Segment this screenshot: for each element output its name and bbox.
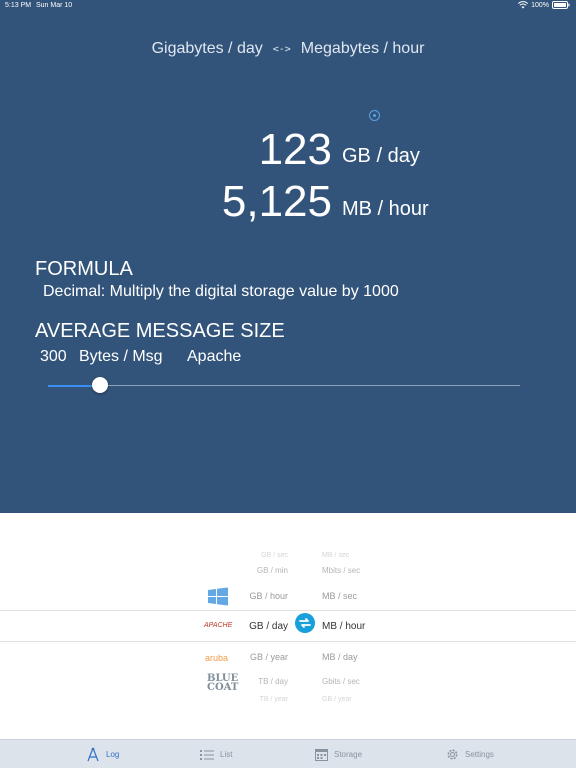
- picker-from-unit: GB / hour: [249, 591, 288, 601]
- battery-icon: [552, 1, 570, 9]
- aruba-logo: aruba: [205, 653, 229, 663]
- tab-list[interactable]: List: [200, 740, 232, 769]
- battery-percent: 100%: [531, 1, 549, 9]
- tab-storage[interactable]: Storage: [315, 740, 362, 769]
- picker-from-unit: TB / year: [259, 696, 288, 703]
- picker-row[interactable]: GB / min Mbits / sec: [0, 566, 576, 586]
- info-icon[interactable]: [369, 110, 380, 121]
- picker-selection-top: [0, 610, 576, 611]
- formula-title: FORMULA: [35, 258, 133, 280]
- picker-from-unit: GB / sec: [261, 552, 288, 559]
- converter-panel: 5:13 PM Sun Mar 10 100% Gigabytes / day <…: [0, 0, 576, 513]
- tab-bar: Log List Storage Settings: [0, 739, 576, 768]
- picker-to-unit: MB / day: [322, 652, 358, 662]
- picker-row[interactable]: GB / hour MB / sec: [0, 591, 576, 611]
- windows-logo: [205, 586, 231, 608]
- status-indicators: 100%: [518, 1, 570, 9]
- unit-pair-header[interactable]: Gigabytes / day <-> Megabytes / hour: [0, 40, 576, 58]
- tab-log-label: Log: [106, 750, 120, 759]
- tab-list-label: List: [220, 750, 233, 759]
- picker-to-unit: MB / hour: [322, 621, 366, 632]
- swap-icon: [299, 618, 311, 628]
- avg-message-value: 300: [40, 348, 67, 365]
- swap-units-button[interactable]: [295, 613, 315, 633]
- picker-to-unit: Mbits / sec: [322, 566, 361, 575]
- status-time: 5:13 PM: [5, 2, 32, 9]
- picker-from-unit: GB / min: [256, 566, 288, 575]
- avg-message-unit: Bytes / Msg: [79, 348, 163, 365]
- slider-thumb[interactable]: [91, 377, 108, 393]
- picker-from-unit: GB / year: [249, 652, 288, 662]
- unit-picker[interactable]: GB / sec MB / sec GB / min Mbits / sec GB / …: [0, 513, 576, 739]
- picker-to-unit: MB / sec: [322, 552, 350, 559]
- swap-arrow: <->: [272, 43, 291, 55]
- from-unit-label[interactable]: Gigabytes / day: [152, 40, 263, 58]
- avg-message-source: Apache: [187, 348, 242, 365]
- picker-row-selected[interactable]: GB / day MB / hour: [0, 621, 576, 641]
- tab-storage-label: Storage: [334, 750, 363, 759]
- calendar-icon: [315, 749, 328, 761]
- status-bar: 5:13 PM Sun Mar 10 100%: [0, 0, 576, 12]
- avg-message-title: AVERAGE MESSAGE SIZE: [35, 320, 285, 342]
- picker-to-unit: MB / sec: [322, 591, 358, 601]
- picker-row[interactable]: GB / year MB / day: [0, 652, 576, 672]
- picker-to-unit: Gbits / sec: [322, 677, 360, 686]
- status-date: Sun Mar 10: [36, 2, 73, 9]
- tab-settings[interactable]: Settings: [446, 740, 494, 769]
- message-size-slider[interactable]: [48, 385, 520, 386]
- wifi-icon: [518, 1, 529, 9]
- picker-row[interactable]: TB / year GB / year: [0, 696, 576, 716]
- picker-row[interactable]: TB / day Gbits / sec: [0, 677, 576, 697]
- output-value: 5,125: [221, 177, 332, 226]
- gear-icon: [447, 749, 458, 760]
- tab-log[interactable]: Log: [86, 740, 119, 769]
- list-icon: [200, 749, 214, 760]
- picker-from-unit: TB / day: [258, 677, 288, 686]
- input-unit: GB / day: [342, 145, 420, 167]
- apache-logo: APACHE: [204, 622, 233, 629]
- tab-settings-label: Settings: [465, 750, 494, 759]
- picker-from-unit: GB / day: [249, 621, 288, 632]
- output-unit: MB / hour: [342, 198, 429, 220]
- compass-icon: [87, 747, 99, 762]
- bluecoat-logo: BLUE COAT: [207, 673, 239, 693]
- picker-selection-bottom: [0, 641, 576, 642]
- to-unit-label[interactable]: Megabytes / hour: [301, 40, 425, 58]
- input-value[interactable]: 123: [259, 124, 332, 176]
- formula-text: Decimal: Multiply the digital storage va…: [43, 283, 399, 300]
- picker-to-unit: GB / year: [322, 696, 352, 703]
